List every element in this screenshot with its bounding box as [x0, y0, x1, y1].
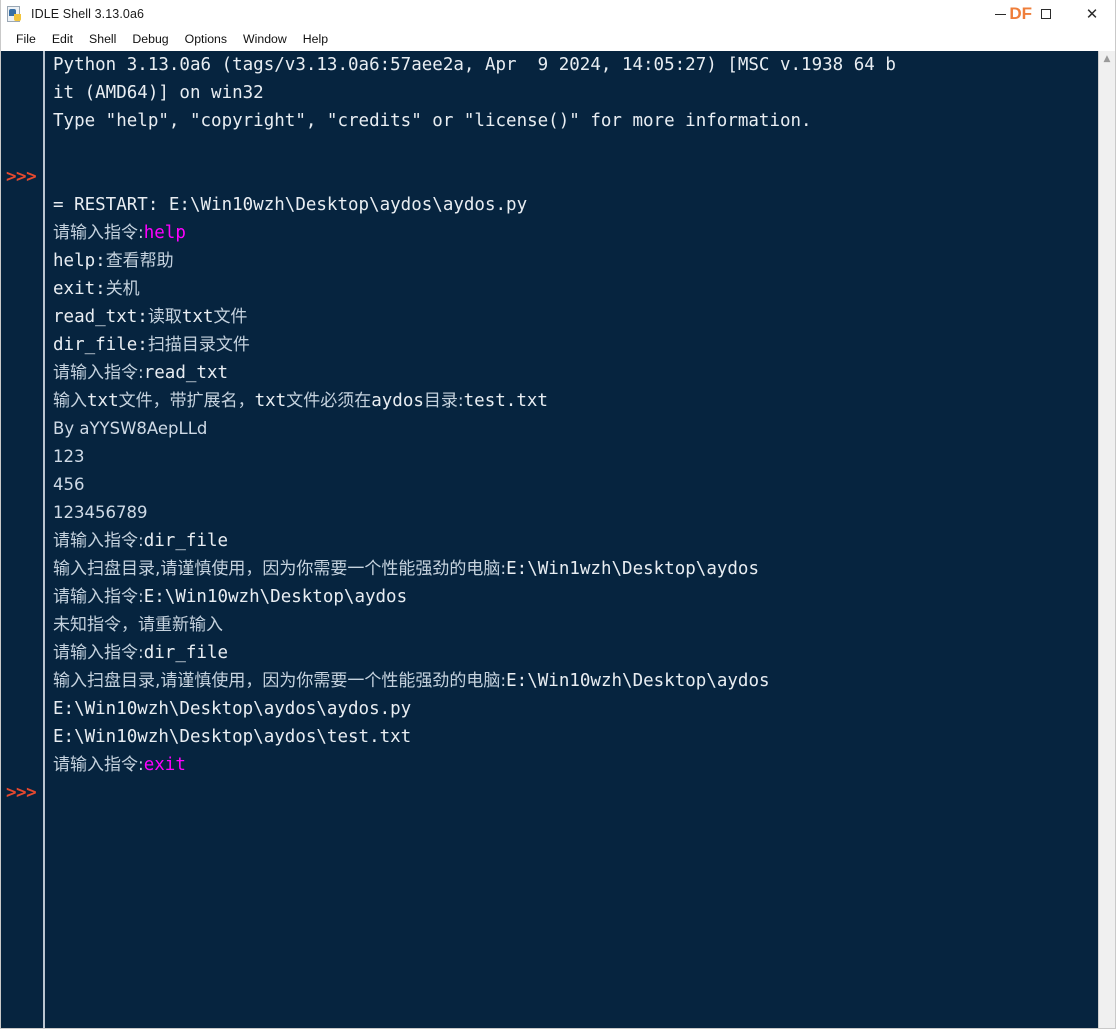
console-text-mono: test.txt	[463, 391, 548, 411]
console-text-sans: 123	[53, 447, 85, 466]
menu-item-file[interactable]: File	[8, 31, 44, 48]
console-text-mono: E:\Win1wzh\Desktop\aydos	[506, 559, 760, 579]
console-line: 输入扫盘目录,请谨慎使用，因为你需要一个性能强劲的电脑:E:\Win10wzh\…	[53, 667, 1115, 695]
console-text-cn: 查看帮助	[105, 251, 174, 271]
console-text-mono: aydos	[371, 391, 424, 411]
window-controls: ✕	[977, 0, 1115, 28]
console-line: 请输入指令:read_txt	[53, 359, 1115, 387]
console-text-cn: 读取	[147, 307, 182, 327]
console-line: 456	[53, 471, 1115, 499]
console-text-magenta: help	[143, 223, 186, 243]
console-text-cn: 扫描目录文件	[147, 335, 250, 355]
shell-output-text[interactable]: Python 3.13.0a6 (tags/v3.13.0a6:57aee2a,…	[45, 51, 1115, 1028]
console-line: 请输入指令:help	[53, 219, 1115, 247]
python-file-icon	[7, 6, 24, 23]
window-title: IDLE Shell 3.13.0a6	[31, 7, 145, 21]
console-text-cn: 文件	[213, 307, 248, 327]
console-text-mono: dir_file	[143, 643, 229, 663]
console-line: 请输入指令:E:\Win10wzh\Desktop\aydos	[53, 583, 1115, 611]
console-line: Python 3.13.0a6 (tags/v3.13.0a6:57aee2a,…	[53, 51, 1115, 79]
console-line: 输入扫盘目录,请谨慎使用，因为你需要一个性能强劲的电脑:E:\Win1wzh\D…	[53, 555, 1115, 583]
console-text-cn: 未知指令，请重新输入	[53, 615, 223, 635]
console-text-mono: it (AMD64)] on win32	[53, 83, 264, 103]
menu-item-edit[interactable]: Edit	[44, 31, 81, 48]
console-line: 请输入指令:exit	[53, 751, 1115, 779]
console-text-mono: E:\Win10wzh\Desktop\aydos\aydos.py	[53, 699, 412, 719]
console-line: 请输入指令:dir_file	[53, 527, 1115, 555]
console-text-sans: By aYYSW8AepLLd	[53, 419, 208, 438]
console-text-mono: Type "help", "copyright", "credits" or "…	[53, 111, 812, 131]
console-text-cn: 目录:	[423, 391, 464, 411]
menu-item-help[interactable]: Help	[295, 31, 336, 48]
console-text-cn: 请输入指令:	[53, 363, 144, 383]
console-text-cn: 请输入指令:	[53, 755, 144, 775]
console-line: = RESTART: E:\Win10wzh\Desktop\aydos\ayd…	[53, 191, 1115, 219]
console-line: 123456789	[53, 499, 1115, 527]
console-line: 输入txt文件，带扩展名，txt文件必须在aydos目录:test.txt	[53, 387, 1115, 415]
console-text-mono: dir_file	[143, 531, 229, 551]
maximize-icon	[1041, 9, 1051, 19]
console-text-mono: help:	[53, 251, 106, 271]
console-line: read_txt:读取txt文件	[53, 303, 1115, 331]
idle-shell-window: IDLE Shell 3.13.0a6 DF ✕ File Edit Shell…	[0, 0, 1116, 1029]
scroll-up-arrow-icon[interactable]: ▲	[1099, 53, 1115, 65]
console-line: dir_file:扫描目录文件	[53, 331, 1115, 359]
title-bar: IDLE Shell 3.13.0a6 DF ✕	[1, 0, 1115, 28]
console-text-cn: 输入扫盘目录,请谨慎使用，因为你需要一个性能强劲的电脑:	[53, 671, 507, 691]
console-text-mono: E:\Win10wzh\Desktop\aydos	[143, 587, 408, 607]
console-text-cn: 请输入指令:	[53, 223, 144, 243]
shell-area: >>> >>> Python 3.13.0a6 (tags/v3.13.0a6:5…	[1, 51, 1115, 1028]
console-text-magenta: exit	[143, 755, 186, 775]
console-line: E:\Win10wzh\Desktop\aydos\aydos.py	[53, 695, 1115, 723]
console-text-cn: 关机	[105, 279, 140, 299]
console-text-cn: 文件必须在	[286, 391, 372, 411]
console-line: 未知指令，请重新输入	[53, 611, 1115, 639]
console-text-cn: 请输入指令:	[53, 587, 144, 607]
console-text-mono: txt	[254, 391, 287, 411]
console-text-mono: = RESTART: E:\Win10wzh\Desktop\aydos\ayd…	[53, 195, 528, 215]
console-text-cn: 输入扫盘目录,请谨慎使用，因为你需要一个性能强劲的电脑:	[53, 559, 507, 579]
prompt-gutter: >>> >>>	[1, 51, 45, 1028]
console-text-sans: 123456789	[53, 503, 148, 522]
console-text-cn: 请输入指令:	[53, 643, 144, 663]
console-line: E:\Win10wzh\Desktop\aydos\test.txt	[53, 723, 1115, 751]
console-line: it (AMD64)] on win32	[53, 79, 1115, 107]
console-text-mono: read_txt	[143, 363, 229, 383]
close-button[interactable]: ✕	[1069, 0, 1115, 28]
vertical-scrollbar[interactable]: ▲	[1098, 51, 1115, 1028]
maximize-button[interactable]	[1023, 0, 1069, 28]
console-line: By aYYSW8AepLLd	[53, 415, 1115, 443]
console-line: exit:关机	[53, 275, 1115, 303]
shell-prompt-marker: >>>	[6, 783, 37, 803]
menu-item-options[interactable]: Options	[177, 31, 235, 48]
shell-prompt-marker: >>>	[6, 167, 37, 187]
menu-item-debug[interactable]: Debug	[124, 31, 176, 48]
console-text-cn: 输入	[53, 391, 87, 411]
console-text-mono: E:\Win10wzh\Desktop\aydos\test.txt	[53, 727, 412, 747]
console-text-cn: 文件，带扩展名，	[118, 391, 255, 411]
console-text-mono: dir_file:	[53, 335, 148, 355]
console-line: Type "help", "copyright", "credits" or "…	[53, 107, 1115, 135]
console-line: 123	[53, 443, 1115, 471]
console-text-mono: read_txt:	[53, 307, 148, 327]
minimize-button[interactable]	[977, 0, 1023, 28]
minimize-icon	[994, 13, 1006, 15]
menu-item-window[interactable]: Window	[235, 31, 295, 48]
console-line: help:查看帮助	[53, 247, 1115, 275]
console-text-mono: exit:	[53, 279, 106, 299]
console-text-sans: 456	[53, 475, 85, 494]
menu-item-shell[interactable]: Shell	[81, 31, 124, 48]
close-icon: ✕	[1085, 4, 1099, 23]
console-text-mono: txt	[87, 391, 119, 411]
console-text-cn: 请输入指令:	[53, 531, 144, 551]
console-text-mono: Python 3.13.0a6 (tags/v3.13.0a6:57aee2a,…	[53, 55, 896, 75]
menu-bar: File Edit Shell Debug Options Window Hel…	[1, 28, 1115, 51]
console-text-mono: txt	[181, 307, 214, 327]
console-text-mono: E:\Win10wzh\Desktop\aydos	[506, 671, 770, 691]
console-line: 请输入指令:dir_file	[53, 639, 1115, 667]
